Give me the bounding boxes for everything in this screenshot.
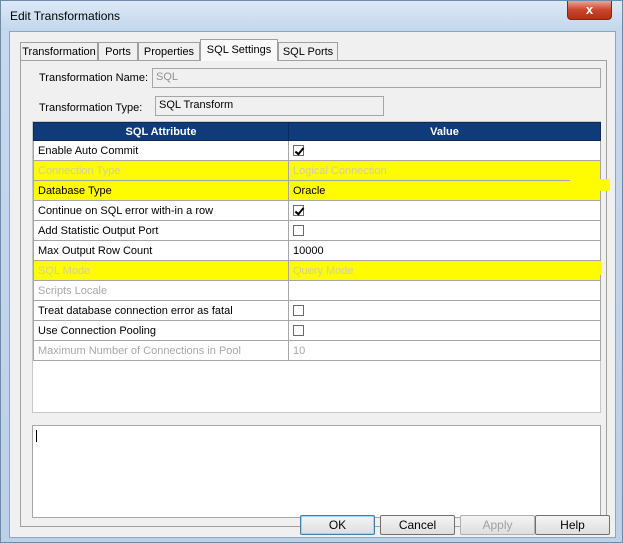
transformation-type-field: SQL Transform: [155, 96, 384, 116]
attribute-name-cell: Continue on SQL error with-in a row: [33, 200, 289, 221]
checkbox-unchecked[interactable]: [293, 225, 304, 237]
column-header-attribute: SQL Attribute: [33, 122, 289, 141]
tab-sql-settings[interactable]: SQL Settings: [200, 39, 278, 61]
title-bar[interactable]: Edit Transformations x: [1, 1, 622, 31]
tab-label: Properties: [143, 46, 195, 58]
attribute-name-cell: Database Type: [33, 180, 289, 201]
tab-label: Ports: [105, 46, 131, 58]
tab-label: Transformation: [22, 46, 96, 58]
tab-label: SQL Ports: [282, 46, 334, 58]
highlight-stroke: [570, 261, 602, 275]
checkbox-checked[interactable]: [293, 205, 304, 217]
attribute-name-cell: Use Connection Pooling: [33, 320, 289, 341]
apply-button[interactable]: Apply: [460, 515, 535, 535]
transformation-name-label: Transformation Name:: [39, 72, 149, 84]
attribute-name-cell: Connection Type: [33, 160, 289, 181]
cancel-button[interactable]: Cancel: [380, 515, 455, 535]
attribute-value-cell[interactable]: 10000: [288, 240, 601, 261]
tab-ports[interactable]: Ports: [98, 42, 138, 60]
sql-notes-textarea[interactable]: [32, 425, 601, 518]
attribute-value-cell[interactable]: [288, 300, 601, 321]
close-button[interactable]: x: [567, 1, 612, 20]
attribute-name-cell: Enable Auto Commit: [33, 140, 289, 161]
highlight-stroke: [570, 179, 610, 191]
attribute-value-cell[interactable]: Query Mode: [288, 260, 601, 281]
table-row[interactable]: Scripts Locale: [33, 280, 601, 301]
tab-transformation[interactable]: Transformation: [20, 42, 98, 60]
table-row[interactable]: Max Output Row Count 10000: [33, 240, 601, 261]
table-row[interactable]: Maximum Number of Connections in Pool 10: [33, 340, 601, 361]
transformation-type-label: Transformation Type:: [39, 102, 143, 114]
attribute-value-cell[interactable]: Logical Connection: [288, 160, 601, 181]
table-row[interactable]: Connection Type Logical Connection: [33, 160, 601, 181]
table-row[interactable]: Add Statistic Output Port: [33, 220, 601, 241]
edit-transformations-dialog: Edit Transformations x Transformation Po…: [0, 0, 623, 543]
text-caret: [36, 430, 37, 442]
table-row[interactable]: Use Connection Pooling: [33, 320, 601, 341]
tab-properties[interactable]: Properties: [138, 42, 200, 60]
attribute-name-cell: SQL Mode: [33, 260, 289, 281]
tab-label: SQL Settings: [206, 44, 272, 56]
transformation-name-field[interactable]: SQL: [152, 68, 601, 88]
attribute-name-cell: Treat database connection error as fatal: [33, 300, 289, 321]
attribute-value-cell[interactable]: [288, 200, 601, 221]
dialog-client-area: Transformation Ports Properties SQL Sett…: [9, 31, 616, 538]
checkbox-unchecked[interactable]: [293, 305, 304, 317]
dialog-button-bar: OK Cancel Apply Help: [10, 512, 615, 537]
attribute-name-cell: Maximum Number of Connections in Pool: [33, 340, 289, 361]
attribute-value-cell[interactable]: [288, 140, 601, 161]
attribute-table-body: Enable Auto Commit Connection Type Logical…: [33, 140, 601, 361]
table-row[interactable]: Continue on SQL error with-in a row: [33, 200, 601, 221]
close-icon: x: [585, 2, 594, 17]
attribute-name-cell: Add Statistic Output Port: [33, 220, 289, 241]
attribute-table: SQL Attribute Value Enable Auto Commit Co…: [33, 122, 601, 361]
dialog-title: Edit Transformations: [10, 9, 121, 23]
help-button[interactable]: Help: [535, 515, 610, 535]
sql-attribute-grid: SQL Attribute Value Enable Auto Commit Co…: [32, 121, 601, 413]
table-row[interactable]: Treat database connection error as fatal: [33, 300, 601, 321]
attribute-name-cell: Max Output Row Count: [33, 240, 289, 261]
column-header-value: Value: [288, 122, 601, 141]
attribute-value-cell[interactable]: 10: [288, 340, 601, 361]
attribute-value-cell[interactable]: [288, 320, 601, 341]
attribute-value-cell[interactable]: Oracle: [288, 180, 601, 201]
ok-button[interactable]: OK: [300, 515, 375, 535]
checkbox-checked[interactable]: [293, 145, 304, 157]
table-row[interactable]: SQL Mode Query Mode: [33, 260, 601, 281]
checkbox-unchecked[interactable]: [293, 325, 304, 337]
table-row[interactable]: Enable Auto Commit: [33, 140, 601, 161]
table-row[interactable]: Database Type Oracle: [33, 180, 601, 201]
tab-sql-ports[interactable]: SQL Ports: [278, 42, 338, 60]
table-header-row: SQL Attribute Value: [33, 122, 601, 141]
attribute-value-cell[interactable]: [288, 280, 601, 301]
attribute-name-cell: Scripts Locale: [33, 280, 289, 301]
attribute-value-cell[interactable]: [288, 220, 601, 241]
